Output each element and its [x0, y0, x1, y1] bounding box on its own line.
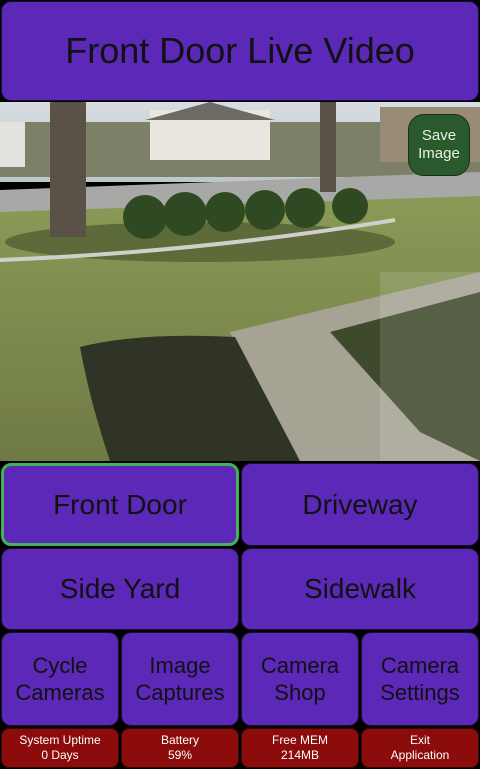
exit-label-line2: Application	[390, 748, 450, 762]
camera-label-side-yard: Side Yard	[59, 573, 181, 604]
save-image-button[interactable]: Save Image	[408, 114, 470, 176]
page-title-text: Front Door Live Video	[65, 30, 415, 71]
camera-settings-button[interactable]: Camera Settings	[361, 632, 479, 726]
exit-application-button[interactable]: Exit Application	[361, 728, 479, 768]
image-captures-label-line1: Image	[149, 653, 211, 678]
camera-shop-button[interactable]: Camera Shop	[241, 632, 359, 726]
battery-value: 59%	[167, 748, 193, 762]
free-memory-label: Free MEM	[271, 733, 328, 747]
camera-button-side-yard[interactable]: Side Yard	[1, 548, 239, 630]
save-image-label-line1: Save	[421, 127, 457, 144]
camera-label-driveway: Driveway	[302, 488, 418, 520]
system-uptime-label: System Uptime	[19, 733, 101, 747]
camera-button-sidewalk[interactable]: Sidewalk	[241, 548, 479, 630]
image-captures-button[interactable]: Image Captures	[121, 632, 239, 726]
cycle-cameras-label-line1: Cycle	[32, 653, 88, 678]
system-uptime-status: System Uptime 0 Days	[1, 728, 119, 768]
battery-label: Battery	[160, 733, 199, 747]
exit-label-line1: Exit	[409, 733, 430, 747]
free-memory-value: 214MB	[280, 748, 320, 762]
system-uptime-value: 0 Days	[41, 748, 79, 762]
camera-label-front-door: Front Door	[53, 488, 187, 520]
camera-settings-label-line1: Camera	[380, 653, 460, 678]
cycle-cameras-button[interactable]: Cycle Cameras	[1, 632, 119, 726]
camera-label-sidewalk: Sidewalk	[303, 573, 417, 604]
free-memory-status: Free MEM 214MB	[241, 728, 359, 768]
cycle-cameras-label-line2: Cameras	[15, 680, 105, 705]
camera-button-driveway[interactable]: Driveway	[241, 463, 479, 546]
camera-shop-label-line2: Shop	[274, 680, 326, 705]
camera-button-front-door[interactable]: Front Door	[1, 463, 239, 546]
camera-settings-label-line2: Settings	[380, 680, 460, 705]
page-title: Front Door Live Video	[1, 1, 479, 101]
save-image-label-line2: Image	[418, 145, 460, 162]
image-captures-label-line2: Captures	[135, 680, 225, 705]
battery-status: Battery 59%	[121, 728, 239, 768]
camera-shop-label-line1: Camera	[260, 653, 340, 678]
